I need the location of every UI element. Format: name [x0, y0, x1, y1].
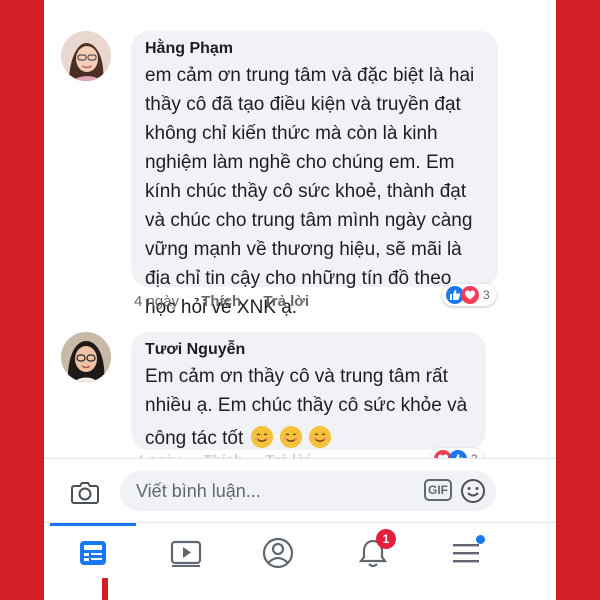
- comment-author[interactable]: Tươi Nguyễn: [145, 340, 472, 360]
- comment-input[interactable]: Viết bình luận... GIF: [120, 471, 496, 511]
- menu-update-dot: [476, 535, 485, 544]
- comment-text: Em cảm ơn thầy cô và trung tâm rất nhiều…: [145, 362, 472, 453]
- comment-text: em cảm ơn trung tâm và đặc biệt là hai t…: [145, 61, 484, 322]
- gif-button[interactable]: GIF: [424, 479, 452, 501]
- bottom-tab-bar: 1: [44, 522, 556, 600]
- comment-timestamp: 4 ngày: [134, 293, 180, 310]
- facebook-comments-screen: Hằng Phạm em cảm ơn trung tâm và đặc biệ…: [44, 0, 556, 600]
- comment-line: vững mạnh về thương hiệu, sẽ mãi là: [145, 239, 462, 260]
- love-reaction-icon: [461, 286, 479, 304]
- avatar-hang-pham[interactable]: [61, 31, 111, 81]
- active-tab-indicator: [50, 523, 136, 526]
- emoji-picker-icon[interactable]: [460, 478, 486, 504]
- comment-author[interactable]: Hằng Phạm: [145, 39, 484, 59]
- comment-line: em cảm ơn trung tâm và đặc biệt là hai: [145, 65, 475, 86]
- like-button[interactable]: Thích: [201, 293, 241, 310]
- comment-actions: 4 ngày Thích Trả lời: [134, 293, 327, 310]
- comment-line: địa chỉ tin cậy cho những tín đồ theo: [145, 268, 452, 289]
- smiling-face-icon: [279, 425, 302, 448]
- comment-line: và chúc cho trung tâm mình ngày càng: [145, 210, 473, 231]
- comment-bubble: Tươi Nguyễn Em cảm ơn thầy cô và trung t…: [131, 332, 486, 450]
- comment-line: Em cảm ơn thầy cô và trung tâm rất: [145, 366, 448, 387]
- tab-watch-video-icon[interactable]: [166, 533, 206, 573]
- comment-input-placeholder: Viết bình luận...: [136, 481, 261, 501]
- comment-bubble: Hằng Phạm em cảm ơn trung tâm và đặc biệ…: [131, 31, 498, 318]
- red-border-notch-bottom: [102, 578, 108, 600]
- tab-news-feed[interactable]: [73, 533, 113, 573]
- reply-button[interactable]: Trả lời: [263, 293, 309, 310]
- camera-icon[interactable]: [70, 477, 100, 507]
- tab-profile-icon[interactable]: [258, 533, 298, 573]
- comment-line-text: công tác tốt: [145, 428, 244, 449]
- comment-line: công tác tốt: [145, 424, 472, 453]
- comment-line: nhiều ạ. Em chúc thầy cô sức khỏe và: [145, 395, 468, 416]
- comment-line: không chỉ kiến thức mà còn là kinh: [145, 123, 438, 144]
- reaction-count: 3: [483, 288, 490, 302]
- smiling-face-icon: [309, 425, 332, 448]
- reaction-summary[interactable]: 3: [442, 284, 496, 306]
- avatar-tuoi-nguyen[interactable]: [61, 332, 111, 382]
- comment-composer: Viết bình luận... GIF: [44, 458, 556, 521]
- notification-badge: 1: [376, 529, 396, 549]
- comment-line: kính chúc thầy cô sức khoẻ, thành đạt: [145, 181, 467, 202]
- comment-line: thầy cô đã tạo điều kiện và truyền đạt: [145, 94, 461, 115]
- comment-line: nghiệm làm nghề cho chúng em. Em: [145, 152, 455, 173]
- smiling-face-icon: [250, 425, 273, 448]
